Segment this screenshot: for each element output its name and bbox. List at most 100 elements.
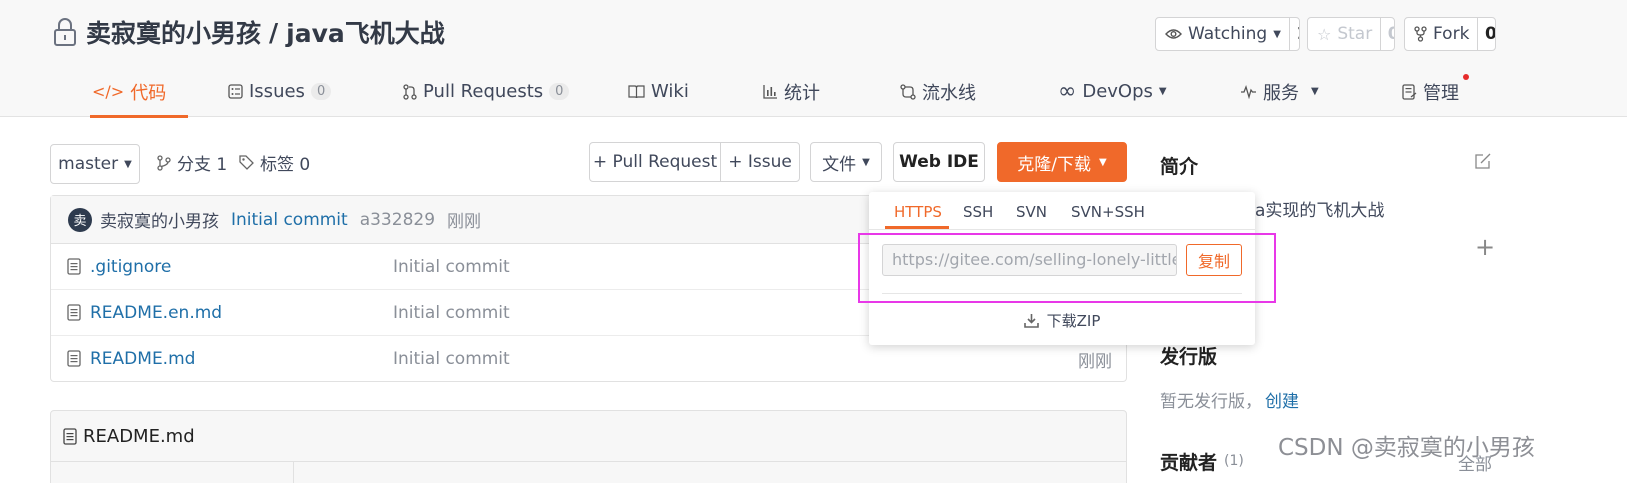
plus-icon[interactable]: + [1475,233,1495,261]
releases-empty-text: 暂无发行版， [1160,392,1262,412]
commit-sha-link[interactable]: a332829 [360,210,435,230]
watching-button[interactable]: Watching ▼ [1156,18,1289,50]
pipeline-icon [900,83,916,100]
tab-services-label: 服务 [1263,82,1299,104]
file-commit-time: 刚刚 [1078,351,1112,372]
issues-count-badge: 0 [310,83,332,100]
readme-panel: README.md [50,410,1127,483]
issues-icon [228,84,243,99]
watching-count[interactable]: 1 [1288,18,1299,50]
file-name-link[interactable]: README.en.md [90,303,222,323]
tab-devops-label: DevOps [1082,81,1153,102]
caret-down-icon: ▼ [862,156,870,168]
tab-issues[interactable]: Issues 0 [228,66,332,117]
edit-icon[interactable] [1474,152,1492,170]
tags-link[interactable]: 标签 0 [239,150,310,175]
fork-label: Fork [1433,24,1470,44]
star-count[interactable]: 0 [1380,18,1394,50]
protocol-tab-svn[interactable]: SVN [1016,203,1047,221]
watching-button-group: Watching ▼ 1 [1155,17,1300,51]
caret-down-icon: ▼ [1099,156,1107,168]
protocol-tab-ssh[interactable]: SSH [963,203,993,221]
star-button-group: ☆ Star 0 [1307,17,1395,51]
clone-download-label: 克隆/下载 [1017,154,1092,175]
infinity-icon: ∞ [1058,79,1077,104]
fork-count[interactable]: 0 [1477,18,1495,50]
star-button[interactable]: ☆ Star [1308,18,1380,50]
repo-owner-link[interactable]: 卖寂寞的小男孩 [86,14,261,50]
file-name-link[interactable]: README.md [90,349,195,369]
protocol-tab-https[interactable]: HTTPS [894,203,942,221]
pull-request-icon [403,83,417,100]
create-release-link[interactable]: 创建 [1265,387,1299,412]
commit-message-link[interactable]: Initial commit [231,210,348,230]
branch-select-label: master [58,154,119,174]
branch-select[interactable]: master ▼ [50,144,140,184]
branches-link[interactable]: 分支 1 [157,150,227,175]
fork-button[interactable]: Fork [1405,18,1477,50]
tab-services[interactable]: 服务 ▼ [1240,66,1319,117]
pulse-icon [1241,84,1256,99]
new-issue-button[interactable]: + Issue [720,142,800,182]
protocol-tab-svn-ssh[interactable]: SVN+SSH [1071,203,1145,221]
branch-icon [157,154,171,171]
web-ide-button[interactable]: Web IDE [893,142,985,182]
caret-down-icon: ▼ [1311,86,1319,97]
fork-icon [1414,26,1427,42]
tab-pipeline[interactable]: 流水线 [900,66,976,117]
repo-separator: / [269,17,279,47]
tab-statistics[interactable]: 统计 [763,66,820,117]
tab-pipeline-label: 流水线 [922,82,976,104]
file-menu-button[interactable]: 文件 ▼ [810,142,882,182]
commit-author-link[interactable]: 卖寂寞的小男孩 [100,207,219,232]
tab-manage[interactable]: 管理 [1402,66,1469,117]
tab-code[interactable]: </> 代码 [89,66,189,118]
lock-icon [54,18,76,46]
tab-code-label: 代码 [130,82,167,104]
tab-wiki[interactable]: Wiki [628,66,689,117]
readme-title: README.md [63,426,195,447]
tag-icon [239,155,254,170]
file-name-link[interactable]: .gitignore [90,257,171,277]
file-commit-message[interactable]: Initial commit [393,257,510,277]
branches-label: 分支 1 [177,155,228,175]
file-icon [67,350,81,367]
tab-pull-requests-label: Pull Requests [423,81,544,102]
clone-download-button[interactable]: 克隆/下载 ▼ [997,142,1127,182]
eye-icon [1165,29,1182,39]
file-icon [63,428,77,445]
releases-heading: 发行版 [1160,346,1218,368]
download-zip-label: 下载ZIP [1046,312,1101,330]
new-pull-request-button[interactable]: + Pull Request [589,142,721,182]
watching-label: Watching [1188,24,1268,44]
tab-pull-requests[interactable]: Pull Requests 0 [403,66,570,117]
star-icon: ☆ [1317,24,1332,44]
contributors-count: (1) [1224,453,1244,469]
intro-heading: 简介 [1160,156,1199,178]
repo-name-link[interactable]: java飞机大战 [286,14,445,50]
file-commit-message[interactable]: Initial commit [393,303,510,323]
tab-issues-label: Issues [249,81,305,102]
tags-label: 标签 0 [260,155,311,175]
readme-title-label: README.md [83,426,195,447]
intro-text: a实现的飞机大战 [1255,201,1385,221]
star-label: Star [1337,24,1373,44]
download-icon [1023,314,1039,328]
repo-title: 卖寂寞的小男孩 / java飞机大战 [52,14,445,50]
book-icon [628,84,645,98]
download-zip-link[interactable]: 下载ZIP [869,310,1255,331]
caret-down-icon: ▼ [1158,86,1167,97]
contributors-heading: 贡献者 [1160,452,1218,474]
tab-statistics-label: 统计 [784,82,820,104]
file-commit-message[interactable]: Initial commit [393,349,510,369]
watermark: CSDN @卖寂寞的小男孩 [1278,435,1535,461]
file-menu-label: 文件 [822,154,857,175]
tab-devops[interactable]: ∞ DevOps ▼ [1058,66,1167,117]
caret-down-icon: ▼ [1273,28,1281,40]
avatar[interactable]: 卖 [68,207,92,232]
bar-chart-icon [763,85,777,99]
repo-nav-tabs: </> 代码 Issues 0 Pull Requests 0 Wiki 统计 … [52,66,1552,118]
file-icon [67,258,81,275]
caret-down-icon: ▼ [124,158,132,170]
notification-dot [1463,74,1469,80]
